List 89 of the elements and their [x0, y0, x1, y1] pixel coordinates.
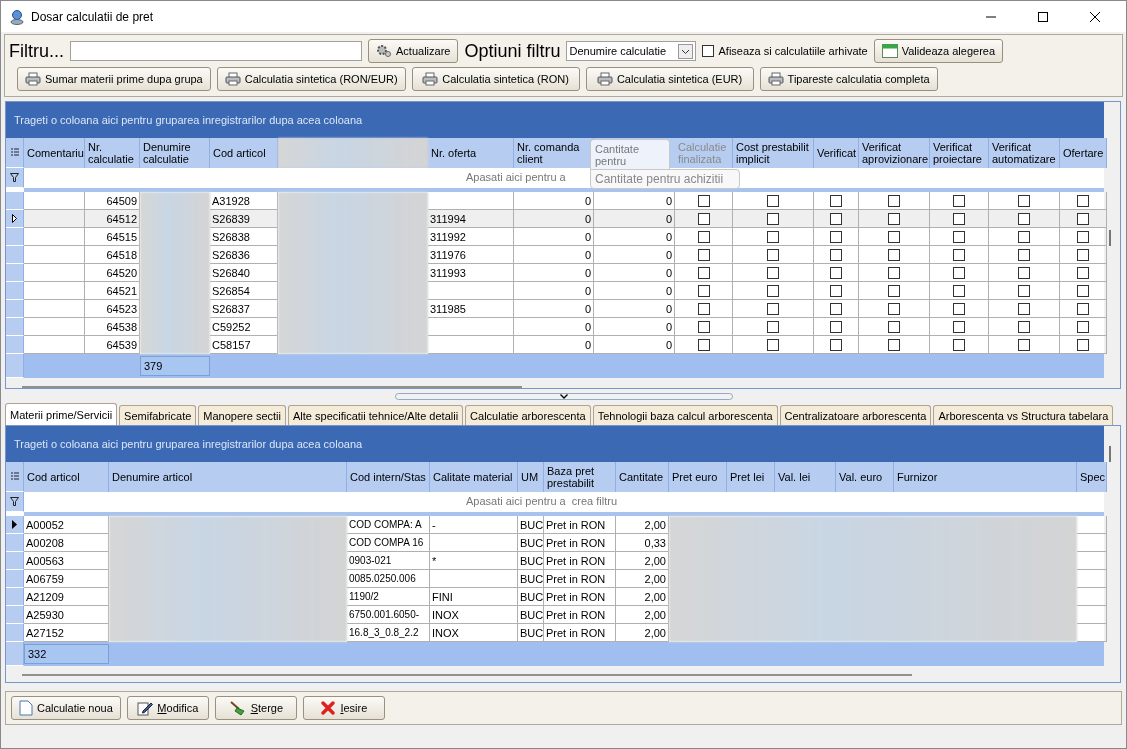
column-header[interactable]: Verificat automatizare: [989, 138, 1060, 168]
action-button[interactable]: Sterge: [214, 696, 297, 720]
column-header[interactable]: Val. euro: [836, 462, 894, 492]
column-header[interactable]: Ofertare: [1060, 138, 1107, 168]
column-header[interactable]: Verificat proiectare: [930, 138, 989, 168]
group-by-hint: Trageti o coloana aici pentru gruparea inregistrarilor dupa acea coloana: [14, 438, 363, 450]
table-cell: Pret in RON: [544, 570, 616, 588]
table-cell: FINI: [430, 588, 518, 606]
table-cell: Pret in RON: [544, 552, 616, 570]
row-count: 379: [140, 356, 210, 376]
refresh-button[interactable]: Actualizare: [368, 39, 459, 63]
column-header[interactable]: Verificat aprovizionare: [859, 138, 930, 168]
table-cell: 0: [514, 228, 594, 246]
tab[interactable]: Manopere sectii: [198, 405, 286, 425]
table-cell: 0: [594, 228, 675, 246]
table-cell: 64512: [85, 210, 140, 228]
tab[interactable]: Arborescenta vs Structura tabelara: [933, 405, 1114, 425]
table-cell: Pret in RON: [544, 534, 616, 552]
table-cell: 0: [594, 246, 675, 264]
table-cell: BUC: [518, 588, 544, 606]
validate-button[interactable]: Valideaza alegerea: [873, 39, 1004, 63]
print-button[interactable]: Calculatia sintetica (EUR): [585, 67, 754, 91]
column-header[interactable]: Denumire articol: [109, 462, 347, 492]
action-button[interactable]: Modifica: [126, 696, 209, 720]
column-header[interactable]: Pret euro: [669, 462, 727, 492]
table-cell: Pret in RON: [544, 516, 616, 534]
filter-options-dropdown[interactable]: Denumire calculatie: [566, 41, 697, 61]
column-header[interactable]: Comentariu: [24, 138, 85, 168]
row-count: 332: [24, 644, 109, 664]
filter-hint[interactable]: Apasati aici pentru a crea filtru: [466, 495, 618, 507]
column-header[interactable]: Verificat: [814, 138, 859, 168]
table-cell: BUC: [518, 516, 544, 534]
table-cell: 0: [514, 300, 594, 318]
tab[interactable]: Calculatie arborescenta: [465, 405, 591, 425]
table-cell: BUC: [518, 570, 544, 588]
window-title: Dosar calculatii de pret: [31, 9, 155, 24]
table-cell: 0: [594, 300, 675, 318]
drag-tooltip: Cantitate pentru achizitii: [590, 169, 740, 189]
filter-hint[interactable]: Apasati aici pentru a: [466, 171, 566, 183]
column-header[interactable]: UM: [518, 462, 544, 492]
table-cell: 0: [514, 210, 594, 228]
table-cell: BUC: [518, 606, 544, 624]
column-header[interactable]: Calitate material: [430, 462, 518, 492]
column-header[interactable]: Cod articol: [24, 462, 109, 492]
table-cell: 0: [514, 246, 594, 264]
tab[interactable]: Semifabricate: [119, 405, 197, 425]
table-cell: INOX: [430, 606, 518, 624]
print-button[interactable]: Tipareste calculatia completa: [759, 67, 938, 91]
action-button[interactable]: Iesire: [302, 696, 385, 720]
column-header[interactable]: Nr. oferta: [428, 138, 514, 168]
show-archived-checkbox[interactable]: Afiseaza si calculatiile arhivate: [702, 45, 868, 57]
table-cell: -: [430, 516, 518, 534]
filter-label: Filtru...: [9, 40, 64, 62]
print-button[interactable]: Sumar materii prime dupa grupa: [17, 67, 211, 91]
column-header[interactable]: Nr. calculatie: [85, 138, 140, 168]
table-cell: Pret in RON: [544, 606, 616, 624]
table-cell: BUC: [518, 552, 544, 570]
column-header[interactable]: Spec: [1077, 462, 1107, 492]
column-header[interactable]: Furnizor: [894, 462, 1077, 492]
tab[interactable]: Alte specificatii tehnice/Alte detalii: [288, 405, 464, 425]
table-cell: 0: [514, 282, 594, 300]
column-header[interactable]: Cantitate: [616, 462, 669, 492]
table-cell: 0: [594, 318, 675, 336]
table-cell: Pret in RON: [544, 588, 616, 606]
table-cell: *: [430, 552, 518, 570]
column-header[interactable]: Pret lei: [727, 462, 775, 492]
column-header[interactable]: Denumire calculatie: [140, 138, 210, 168]
table-cell: 0: [594, 210, 675, 228]
tab[interactable]: Materii prime/Servicii: [5, 403, 118, 425]
table-cell: 0: [514, 264, 594, 282]
dragged-column-header: Cantitate pentru: [590, 139, 670, 169]
table-cell: S26839: [210, 210, 278, 228]
table-cell: 0: [594, 264, 675, 282]
table-cell: 0: [514, 318, 594, 336]
print-button[interactable]: Calculatia sintetica (RON): [411, 67, 580, 91]
column-header[interactable]: Baza pret prestabilit: [544, 462, 616, 492]
table-cell: 0: [594, 282, 675, 300]
tab[interactable]: Tehnologii baza calcul arborescenta: [592, 405, 778, 425]
column-header[interactable]: Cost prestabilit implicit: [733, 138, 814, 168]
filter-options-label: Optiuni filtru: [464, 40, 561, 62]
column-header[interactable]: Cod intern/Stas: [347, 462, 430, 492]
group-by-hint: Trageti o coloana aici pentru gruparea inregistrarilor dupa acea coloana: [14, 114, 363, 126]
tab[interactable]: Centralizatoare arborescenta: [779, 405, 932, 425]
table-cell: BUC: [518, 534, 544, 552]
action-button[interactable]: Calculatie noua: [11, 696, 121, 720]
print-button[interactable]: Calculatia sintetica (RON/EUR): [216, 67, 406, 91]
column-header[interactable]: Cod articol: [210, 138, 278, 168]
table-cell: 311994: [428, 210, 514, 228]
column-header[interactable]: Val. lei: [775, 462, 836, 492]
